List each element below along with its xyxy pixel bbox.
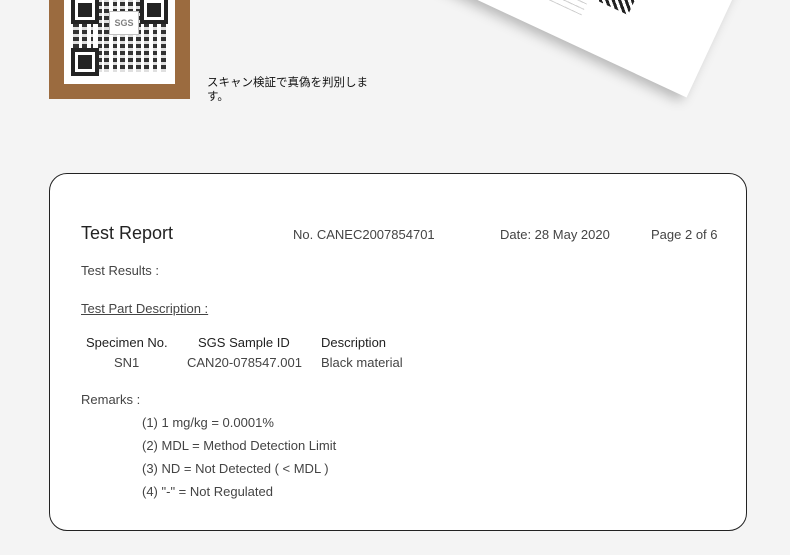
sgs-logo: SGS [109,11,139,35]
qr-frame: SGS [49,0,190,99]
test-report-card: Test Report No. CANEC2007854701 Date: 28… [49,173,747,531]
report-number: No. CANEC2007854701 [293,227,435,242]
report-title: Test Report [81,223,174,243]
column-header-specimen: Specimen No. [86,335,168,350]
remarks-label: Remarks : [81,392,141,407]
column-header-sample-id: SGS Sample ID [198,335,290,350]
test-results-label: Test Results : [81,263,160,278]
qr-card: SGS [64,0,175,84]
remark-item: (2) MDL = Method Detection Limit [142,438,337,453]
qr-finder-pattern [71,48,99,76]
table-cell-description: Black material [321,355,403,370]
report-page: Page 2 of 6 [651,227,718,242]
table-cell-sample-id: CAN20-078547.001 [187,355,302,370]
scan-caption: スキャン検証で真偽を判別します。 [207,77,368,103]
certificate-page [420,0,788,98]
remark-item: (1) 1 mg/kg = 0.0001% [142,415,274,430]
certificate-qr-code [591,0,645,16]
part-description-label: Test Part Description : [81,301,209,316]
remark-item: (4) "-" = Not Regulated [142,484,273,499]
certificate-text-lines [420,0,620,16]
qr-finder-pattern [71,0,99,24]
qr-code-image[interactable]: SGS [71,0,168,76]
certificate-preview [420,0,790,140]
qr-finder-pattern [140,0,168,24]
report-date: Date: 28 May 2020 [500,227,610,242]
remark-item: (3) ND = Not Detected ( < MDL ) [142,461,329,476]
table-cell-specimen: SN1 [114,355,140,370]
column-header-description: Description [321,335,387,350]
